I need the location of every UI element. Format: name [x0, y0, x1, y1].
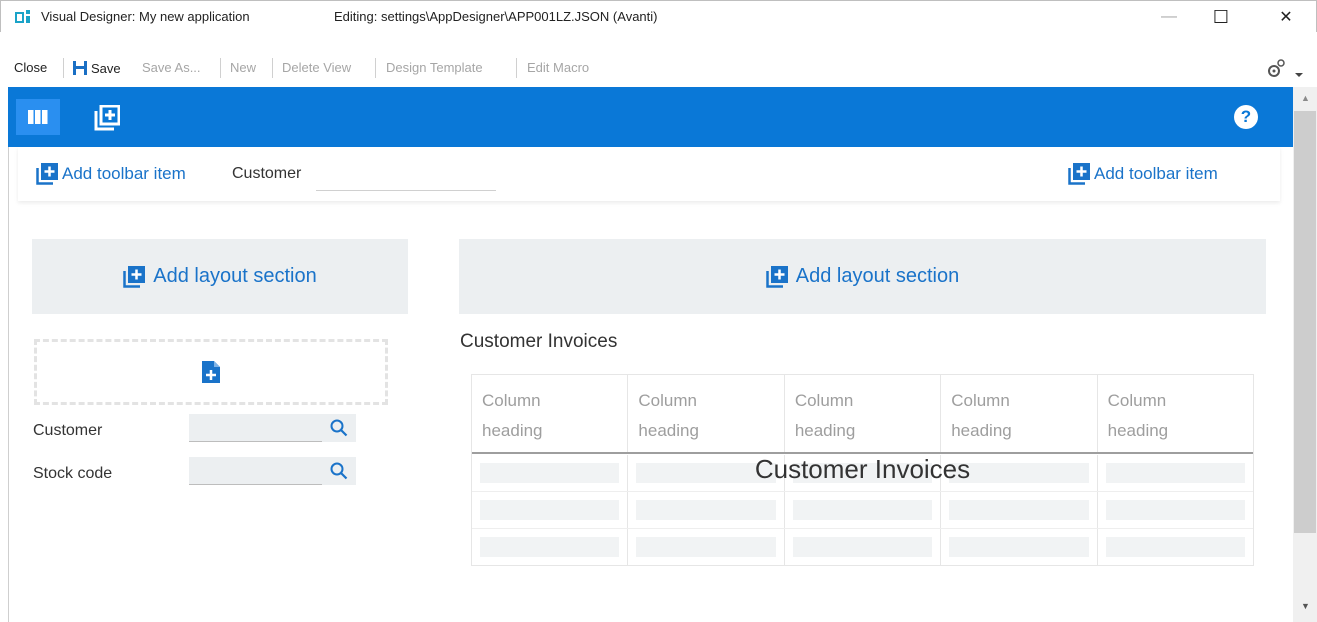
- invoices-grid[interactable]: Column heading Column heading Column headin…: [471, 374, 1254, 566]
- scroll-up-icon[interactable]: ▲: [1301, 93, 1310, 103]
- save-menu-item[interactable]: Save: [72, 60, 121, 76]
- close-menu-item[interactable]: Close: [14, 60, 47, 75]
- search-icon: [330, 462, 348, 480]
- gear-icon: [1268, 59, 1303, 77]
- add-toolbar-item-right[interactable]: Add toolbar item: [1068, 163, 1218, 185]
- window-title: Visual Designer: My new application: [41, 9, 250, 24]
- add-toolbar-item-label: Add toolbar item: [1094, 164, 1218, 183]
- add-page-button[interactable]: [94, 104, 121, 136]
- title-bar: Visual Designer: My new application Edit…: [0, 0, 1317, 32]
- app-logo-icon: [15, 10, 30, 23]
- column-heading[interactable]: Column heading: [941, 375, 1098, 452]
- column-heading[interactable]: Column heading: [785, 375, 942, 452]
- menu-bar: Close Save Save As... New Delete View De…: [0, 54, 1317, 84]
- column-heading-line2: heading: [638, 421, 699, 440]
- table-cell: [628, 529, 785, 566]
- column-heading[interactable]: Column heading: [1098, 375, 1253, 452]
- close-window-button[interactable]: ✕: [1263, 1, 1309, 33]
- toolbar-customer-label: Customer: [232, 165, 302, 182]
- table-row: [472, 529, 1253, 566]
- delete-view-menu-item[interactable]: Delete View: [282, 60, 351, 75]
- add-toolbar-item-label: Add toolbar item: [62, 164, 186, 183]
- table-row: [472, 492, 1253, 529]
- maximize-icon: ☐: [1212, 6, 1230, 27]
- scroll-thumb[interactable]: [1294, 111, 1316, 533]
- column-heading-line1: Column: [794, 391, 854, 410]
- columns-view-button[interactable]: [16, 99, 60, 135]
- column-heading-line2: heading: [1107, 421, 1169, 440]
- menu-separator: [63, 58, 64, 78]
- app-header: ?: [8, 87, 1293, 147]
- table-cell: [1098, 529, 1253, 566]
- add-layout-section-left[interactable]: Add layout section: [32, 239, 408, 314]
- scroll-down-icon[interactable]: ▼: [1301, 601, 1310, 611]
- minimize-button[interactable]: —: [1146, 1, 1192, 33]
- menu-separator: [272, 58, 273, 78]
- stock-code-search-button[interactable]: [322, 457, 356, 485]
- edit-macro-menu-item[interactable]: Edit Macro: [527, 60, 589, 75]
- add-field-dropzone[interactable]: [34, 339, 388, 405]
- column-heading-line1: Column: [1107, 391, 1167, 410]
- stock-code-field-label: Stock code: [33, 465, 113, 482]
- customer-field-label: Customer: [33, 422, 103, 439]
- save-disk-icon: [73, 61, 87, 75]
- column-heading-line2: heading: [951, 421, 1012, 440]
- close-icon: ✕: [1279, 9, 1293, 26]
- customer-search-button[interactable]: [322, 414, 356, 442]
- table-cell: [941, 492, 1098, 528]
- customer-field-input[interactable]: [189, 414, 322, 442]
- table-cell: [472, 529, 629, 566]
- table-cell: [785, 529, 942, 566]
- help-button[interactable]: ?: [1234, 105, 1258, 129]
- design-template-menu-item[interactable]: Design Template: [386, 60, 483, 75]
- add-file-icon: [202, 361, 220, 383]
- menu-separator: [516, 58, 517, 78]
- add-layer-icon: [766, 265, 788, 288]
- table-cell: [941, 529, 1098, 566]
- save-as-menu-item[interactable]: Save As...: [142, 60, 201, 75]
- help-icon: ?: [1240, 107, 1252, 126]
- table-cell: [628, 492, 785, 528]
- column-heading[interactable]: Column heading: [472, 375, 629, 452]
- editing-file-path: Editing: settings\AppDesigner\APP001LZ.J…: [334, 9, 658, 24]
- save-label: Save: [91, 60, 121, 76]
- add-layer-icon: [123, 265, 146, 288]
- column-heading-line2: heading: [794, 421, 856, 440]
- table-cell: [472, 492, 629, 528]
- grid-header-row: Column heading Column heading Column headin…: [472, 375, 1253, 454]
- stock-code-field-input[interactable]: [189, 457, 322, 485]
- add-toolbar-item-left[interactable]: Add toolbar item: [36, 163, 186, 185]
- add-layout-section-right[interactable]: Add layout section: [459, 239, 1266, 314]
- menu-separator: [375, 58, 376, 78]
- column-heading-line1: Column: [951, 391, 1010, 410]
- add-layout-section-label: Add layout section: [795, 265, 960, 287]
- toolbar-customer-input[interactable]: [316, 157, 496, 191]
- content-border: [8, 147, 9, 622]
- column-heading[interactable]: Column heading: [628, 375, 785, 452]
- grid-placeholder-title: Customer Invoices: [754, 454, 971, 484]
- vertical-scrollbar[interactable]: ▲ ▼: [1293, 87, 1317, 622]
- add-layer-icon: [1068, 163, 1090, 185]
- column-heading-line2: heading: [482, 421, 543, 440]
- table-cell: [1098, 492, 1253, 528]
- maximize-button[interactable]: ☐: [1198, 1, 1244, 33]
- menu-separator: [220, 58, 221, 78]
- columns-icon: [28, 110, 48, 124]
- add-layer-icon: [36, 163, 58, 185]
- settings-dropdown[interactable]: [1266, 57, 1306, 86]
- add-layer-icon: [94, 104, 121, 131]
- minimize-icon: —: [1161, 8, 1177, 25]
- grid-title: Customer Invoices: [460, 331, 618, 352]
- search-icon: [330, 419, 348, 437]
- add-layout-section-label: Add layout section: [153, 265, 317, 287]
- new-menu-item[interactable]: New: [230, 60, 256, 75]
- column-heading-line1: Column: [482, 391, 541, 410]
- table-cell: [785, 492, 942, 528]
- page-toolbar: Add toolbar item Customer Add toolbar it…: [18, 147, 1280, 201]
- column-heading-line1: Column: [638, 391, 697, 410]
